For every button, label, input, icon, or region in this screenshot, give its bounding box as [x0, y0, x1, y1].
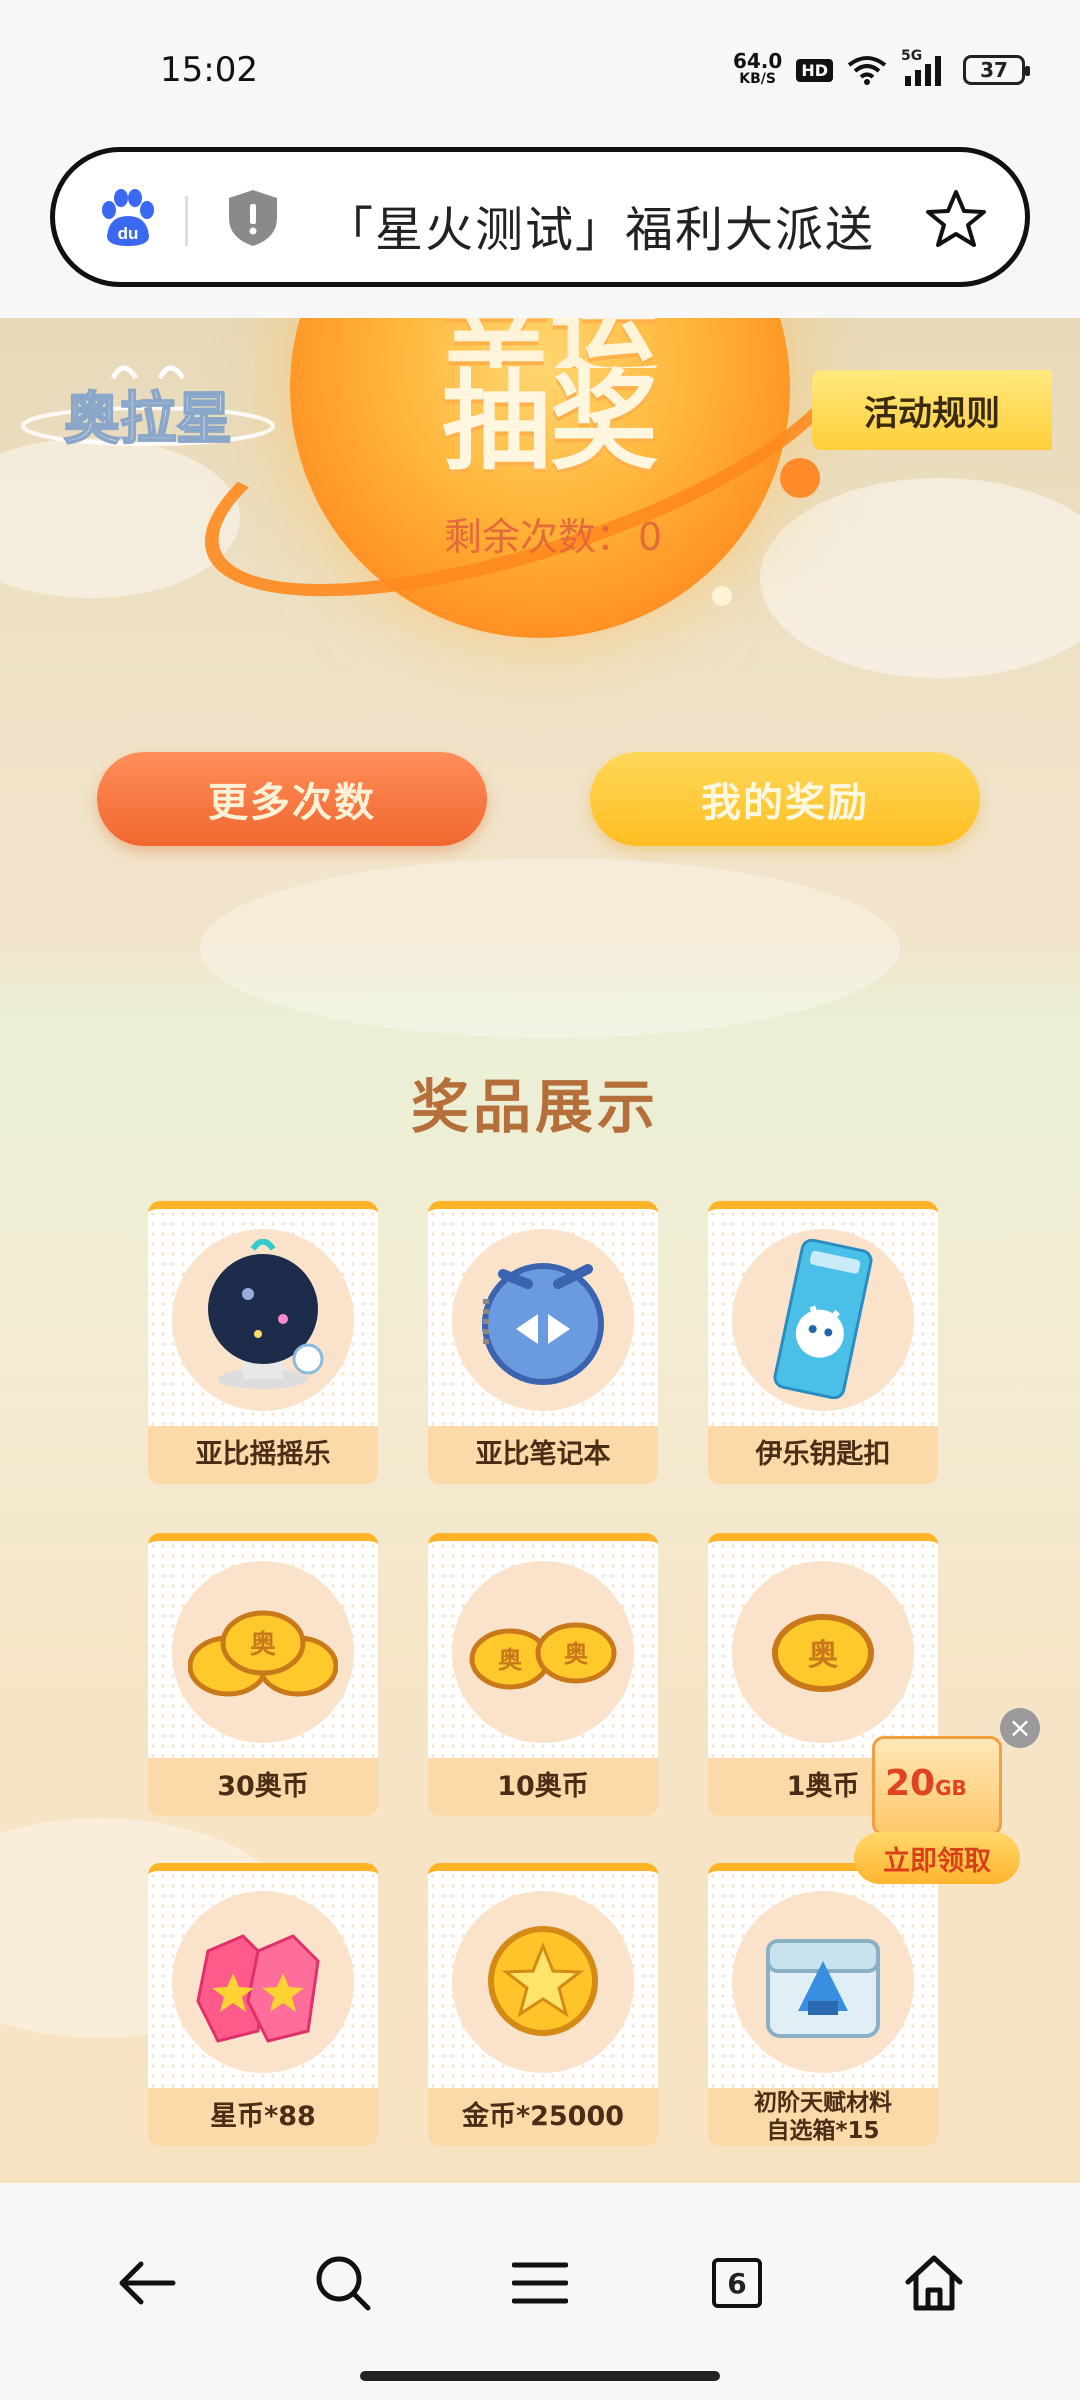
back-button[interactable] [112, 2248, 182, 2318]
planet-dot [780, 458, 820, 498]
prize-label: 伊乐钥匙扣 [708, 1426, 938, 1484]
gift-box: 20GB [872, 1736, 1002, 1836]
my-rewards-button[interactable]: 我的奖励 [590, 752, 980, 846]
menu-button[interactable] [505, 2248, 575, 2318]
prize-card[interactable]: 金币*25000 [428, 1863, 658, 2146]
data-gift-badge[interactable]: 20GB 立即领取 [854, 1736, 1020, 1896]
coins-icon: 奥 奥 [469, 1622, 617, 1690]
gold-coin-icon [488, 1926, 598, 2036]
tabs-button[interactable]: 6 [702, 2248, 772, 2318]
home-icon [905, 2255, 963, 2311]
hd-badge: HD [796, 58, 833, 82]
search-icon [316, 2256, 371, 2311]
prize-label: 30奥币 [148, 1758, 378, 1816]
prize-card[interactable]: 星币*88 [148, 1863, 378, 2146]
more-tries-button[interactable]: 更多次数 [97, 752, 487, 846]
prize-card[interactable]: 亚比笔记本 [428, 1201, 658, 1484]
baidu-paw-icon[interactable]: du [97, 188, 157, 248]
status-bar: 15:02 64.0 KB/S HD 5G 37 [0, 0, 1080, 140]
tab-count: 6 [712, 2258, 762, 2308]
clock: 15:02 [160, 50, 258, 90]
prize-card[interactable]: 奥 30奥币 [148, 1533, 378, 1816]
title-top-fragment: 幸运 [420, 318, 680, 368]
prize-card[interactable]: 奥 奥 10奥币 [428, 1533, 658, 1816]
search-button[interactable] [308, 2248, 378, 2318]
home-indicator[interactable] [360, 2371, 720, 2381]
prize-label: 亚比摇摇乐 [148, 1426, 378, 1484]
browser-bottom-nav: 6 [0, 2183, 1080, 2400]
bookmark-star-icon[interactable] [925, 188, 987, 250]
battery-indicator: 37 [963, 55, 1030, 85]
page-title[interactable]: 「星火测试」福利大派送 [325, 190, 875, 260]
svg-text:奥: 奥 [564, 1640, 589, 1668]
claim-now-button[interactable]: 立即领取 [854, 1832, 1020, 1884]
back-arrow-icon [119, 2261, 176, 2305]
keychain-icon [773, 1239, 873, 1399]
coin-icon: 奥 [772, 1614, 874, 1692]
activity-rules-button[interactable]: 活动规则 [812, 370, 1052, 450]
star-gem-icon [196, 1934, 320, 2043]
prize-card[interactable]: 初阶天赋材料 自选箱*15 [708, 1863, 938, 2146]
prize-label: 初阶天赋材料 自选箱*15 [708, 2088, 938, 2146]
divider [185, 196, 188, 246]
home-button[interactable] [899, 2248, 969, 2318]
lottery-page: 幸运 抽奖 剩余次数：0 奥拉星 活动规则 更多次数 我的奖励 奖品展示 亚比摇… [0, 318, 1080, 2183]
remaining-count: 剩余次数： 0 [444, 515, 663, 559]
planet-dot [712, 586, 732, 606]
svg-text:奥: 奥 [250, 1629, 277, 1660]
menu-icon [512, 2262, 568, 2304]
wifi-icon [847, 56, 887, 85]
cloud-decoration [760, 478, 1080, 678]
address-bar[interactable]: du 「星火测试」福利大派送 [50, 147, 1030, 287]
cloud-decoration [200, 858, 900, 1038]
prize-card[interactable]: 亚比摇摇乐 [148, 1201, 378, 1484]
prize-label: 金币*25000 [428, 2088, 658, 2146]
prize-section-title: 奖品展示 [410, 1073, 659, 1141]
material-box-icon [766, 1939, 880, 2038]
prize-label: 星币*88 [148, 2088, 378, 2146]
svg-text:奥: 奥 [498, 1646, 523, 1674]
cellular-signal-icon: 5G [901, 48, 949, 86]
coins-icon: 奥 [188, 1610, 338, 1697]
svg-text:du: du [118, 224, 139, 243]
security-shield-icon[interactable] [225, 188, 281, 248]
prize-card[interactable]: 伊乐钥匙扣 [708, 1201, 938, 1484]
prize-label: 亚比笔记本 [428, 1426, 658, 1484]
svg-text:奥: 奥 [808, 1638, 838, 1673]
lottery-title: 幸运 抽奖 [420, 318, 680, 478]
network-speed: 64.0 KB/S [732, 49, 783, 87]
aola-star-logo: 奥拉星 [21, 365, 275, 453]
snow-globe-icon [208, 1239, 324, 1389]
status-icons: 64.0 KB/S HD 5G 37 [732, 48, 1030, 88]
svg-text:奥拉星: 奥拉星 [64, 387, 232, 452]
prize-label: 10奥币 [428, 1758, 658, 1816]
notebook-icon [482, 1263, 604, 1385]
